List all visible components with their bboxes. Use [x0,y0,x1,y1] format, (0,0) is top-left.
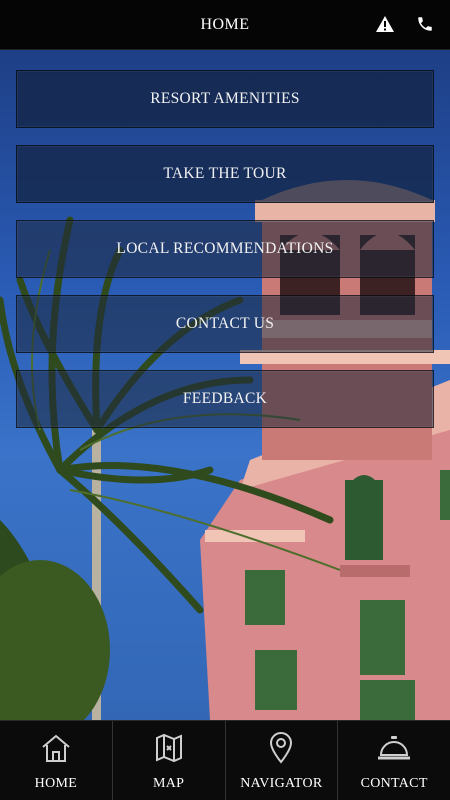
top-bar: HOME [0,0,450,50]
feedback-button[interactable]: FEEDBACK [16,370,434,428]
tab-contact[interactable]: CONTACT [338,721,450,800]
resort-amenities-button[interactable]: RESORT AMENITIES [16,70,434,128]
tab-home[interactable]: HOME [0,721,113,800]
local-recommendations-button[interactable]: LOCAL RECOMMENDATIONS [16,220,434,278]
home-icon [39,731,73,765]
tab-contact-label: CONTACT [360,776,428,791]
service-bell-icon [377,731,411,765]
location-pin-icon [264,731,298,765]
tab-map[interactable]: MAP [113,721,226,800]
phone-icon[interactable] [414,13,436,35]
tab-map-label: MAP [153,776,185,791]
tab-navigator-label: NAVIGATOR [240,776,323,791]
take-the-tour-button[interactable]: TAKE THE TOUR [16,145,434,203]
map-icon [152,731,186,765]
contact-us-button[interactable]: CONTACT US [16,295,434,353]
tab-home-label: HOME [34,776,78,791]
main-menu: RESORT AMENITIES TAKE THE TOUR LOCAL REC… [16,70,434,445]
bottom-tab-bar: HOME MAP NAVIGATOR CONTACT [0,720,450,800]
tab-navigator[interactable]: NAVIGATOR [226,721,339,800]
page-title: HOME [200,15,250,33]
alert-icon[interactable] [374,13,396,35]
